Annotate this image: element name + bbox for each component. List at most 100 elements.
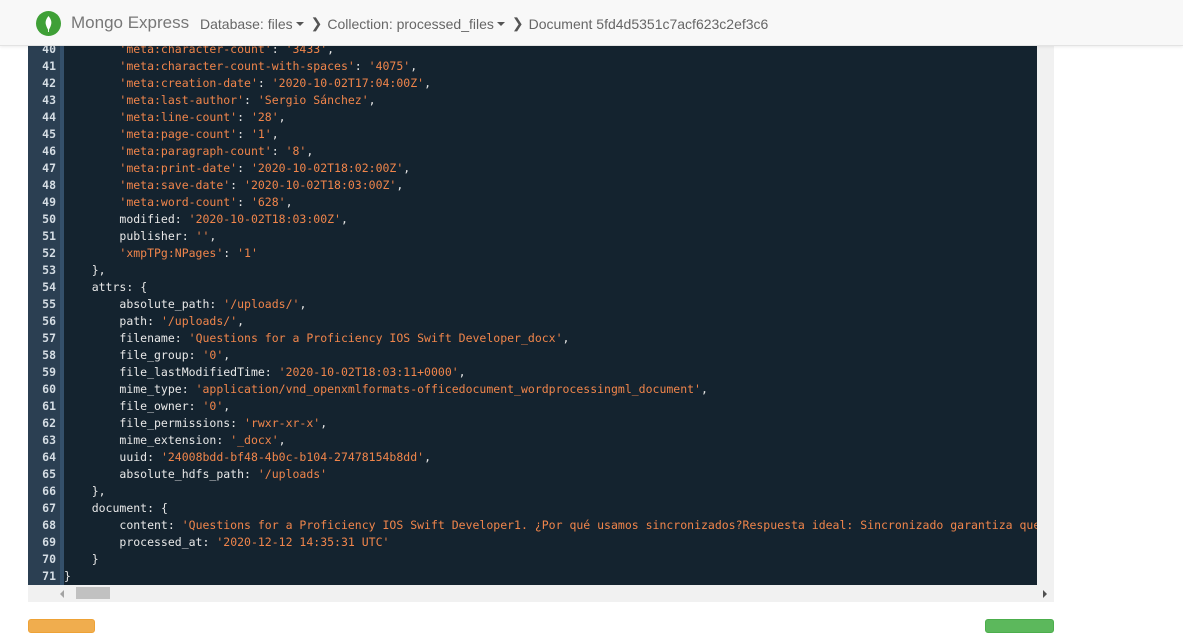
code-value: '2020-10-02T17:04:00Z' bbox=[271, 76, 425, 90]
code-key: mime_type bbox=[119, 382, 182, 396]
breadcrumb-database[interactable]: Database: files bbox=[200, 16, 304, 32]
code-line: 'meta:paragraph-count': '8', bbox=[64, 143, 1037, 160]
code-separator: : bbox=[223, 246, 238, 260]
code-punctuation: , bbox=[340, 212, 348, 226]
code-key: file_owner bbox=[119, 399, 189, 413]
code-separator: : bbox=[244, 467, 258, 481]
code-separator: : bbox=[209, 297, 224, 311]
line-number: 41 bbox=[42, 59, 56, 73]
code-value: '0' bbox=[202, 399, 224, 413]
code-punctuation: , bbox=[278, 433, 286, 447]
line-number: 55 bbox=[42, 297, 56, 311]
code-punctuation: } bbox=[91, 552, 99, 566]
bottom-right-button[interactable] bbox=[985, 619, 1054, 633]
code-separator: : bbox=[181, 229, 196, 243]
code-editor[interactable]: 'meta:character-count': '3433', 'meta:ch… bbox=[64, 46, 1037, 585]
code-key: attrs bbox=[91, 280, 127, 294]
code-separator: : bbox=[354, 59, 369, 73]
code-separator: : bbox=[230, 178, 245, 192]
code-key: absolute_path bbox=[119, 297, 210, 311]
code-line: path: '/uploads/', bbox=[64, 313, 1037, 330]
code-value: '3433' bbox=[285, 46, 328, 56]
line-number: 54 bbox=[42, 280, 56, 294]
brand[interactable]: Mongo Express bbox=[36, 10, 189, 36]
horizontal-scrollbar[interactable] bbox=[60, 585, 1054, 602]
caret-down-icon bbox=[496, 21, 505, 26]
code-key: 'meta:character-count-with-spaces' bbox=[119, 59, 355, 73]
code-separator: : bbox=[167, 518, 182, 532]
code-punctuation: , bbox=[237, 314, 245, 328]
vertical-scrollbar[interactable] bbox=[1037, 46, 1054, 585]
code-punctuation: , bbox=[396, 178, 404, 192]
line-number: 59 bbox=[42, 365, 56, 379]
line-number: 44 bbox=[42, 110, 56, 124]
chevron-right-icon: ❯ bbox=[511, 15, 524, 31]
code-line: file_lastModifiedTime: '2020-10-02T18:03… bbox=[64, 364, 1037, 381]
code-value: '2020-10-02T18:03:00Z' bbox=[188, 212, 341, 226]
code-separator: : bbox=[174, 331, 189, 345]
code-line: 'meta:page-count': '1', bbox=[64, 126, 1037, 143]
line-number: 47 bbox=[42, 161, 56, 175]
code-value: '1' bbox=[237, 246, 258, 260]
code-punctuation: , bbox=[320, 416, 328, 430]
code-separator: : bbox=[188, 348, 203, 362]
horizontal-scroll-thumb[interactable] bbox=[76, 587, 110, 599]
code-line: file_group: '0', bbox=[64, 347, 1037, 364]
code-key: file_lastModifiedTime bbox=[119, 365, 265, 379]
code-line: publisher: '', bbox=[64, 228, 1037, 245]
breadcrumb-collection[interactable]: Collection: processed_files bbox=[327, 16, 505, 32]
line-number-gutter: 40 41 42 43 44 45 46 47 48 49 50 51 52 53 54 55 56 57 58 59… bbox=[28, 42, 60, 585]
code-line: mime_type: 'application/vnd_openxmlforma… bbox=[64, 381, 1037, 398]
code-line: file_owner: '0', bbox=[64, 398, 1037, 415]
code-key: modified bbox=[119, 212, 175, 226]
code-value: '1' bbox=[250, 127, 272, 141]
line-number: 42 bbox=[42, 76, 56, 90]
code-punctuation: { bbox=[140, 280, 148, 294]
code-value: '_docx' bbox=[230, 433, 279, 447]
line-number: 50 bbox=[42, 212, 56, 226]
code-key: file_permissions bbox=[119, 416, 231, 430]
breadcrumb-database-label: Database: files bbox=[200, 15, 293, 32]
code-line: mime_extension: '_docx', bbox=[64, 432, 1037, 449]
scroll-right-arrow-icon[interactable] bbox=[1043, 590, 1047, 598]
code-key: 'meta:line-count' bbox=[119, 110, 238, 124]
code-value: '2020-10-02T18:02:00Z' bbox=[250, 161, 404, 175]
code-punctuation: , bbox=[410, 59, 418, 73]
line-number: 63 bbox=[42, 433, 56, 447]
document-editor: 40 41 42 43 44 45 46 47 48 49 50 51 52 53 54 55 56 57 58 59… bbox=[28, 42, 1054, 602]
code-value: '8' bbox=[285, 144, 307, 158]
scroll-left-arrow-icon[interactable] bbox=[60, 590, 64, 598]
line-number: 51 bbox=[42, 229, 56, 243]
breadcrumb: Database: files ❯ Collection: processed_… bbox=[200, 15, 768, 32]
code-separator: : bbox=[271, 46, 286, 56]
breadcrumb-document-label: Document 5fd4d5351c7acf623c2ef3c6 bbox=[528, 15, 769, 32]
code-line: 'meta:word-count': '628', bbox=[64, 194, 1037, 211]
code-value: 'rwxr-xr-x' bbox=[244, 416, 321, 430]
code-punctuation: , bbox=[209, 229, 217, 243]
code-punctuation: , bbox=[458, 365, 466, 379]
code-punctuation: , bbox=[327, 46, 335, 56]
code-line: 'meta:last-author': 'Sergio Sánchez', bbox=[64, 92, 1037, 109]
bottom-left-button[interactable] bbox=[28, 619, 95, 633]
code-punctuation: , bbox=[271, 127, 279, 141]
line-number: 71 bbox=[42, 569, 56, 583]
code-punctuation: } bbox=[64, 569, 71, 583]
mongodb-leaf-icon bbox=[36, 10, 61, 36]
code-value: 'Sergio Sánchez' bbox=[257, 93, 369, 107]
code-separator: : bbox=[202, 535, 217, 549]
line-numbers: 40 41 42 43 44 45 46 47 48 49 50 51 52 53 54 55 56 57 58 59… bbox=[28, 41, 60, 585]
code-key: 'meta:creation-date' bbox=[119, 76, 258, 90]
code-punctuation: , bbox=[562, 331, 570, 345]
line-number: 48 bbox=[42, 178, 56, 192]
code-separator: : bbox=[230, 416, 245, 430]
code-separator: : bbox=[237, 110, 251, 124]
code-value: 'Questions for a Proficiency IOS Swift D… bbox=[181, 518, 1037, 532]
